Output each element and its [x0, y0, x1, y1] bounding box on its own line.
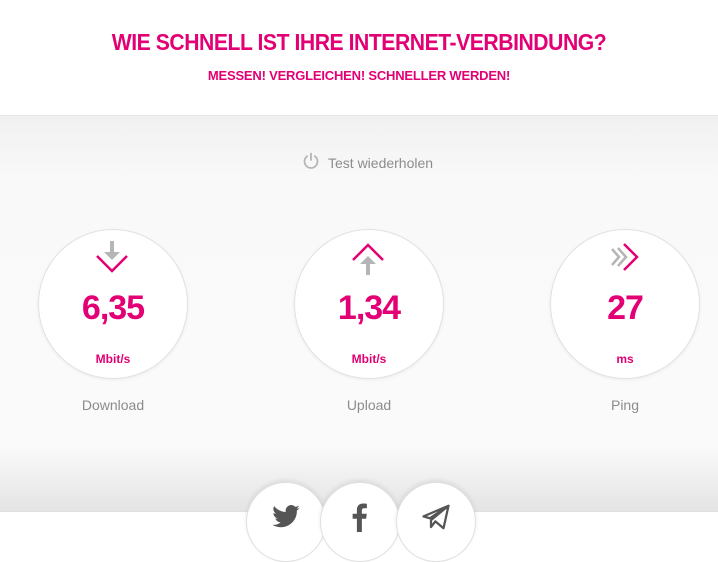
upload-icon [348, 239, 388, 279]
download-icon [92, 239, 132, 279]
telegram-icon [422, 504, 450, 530]
share-telegram-button[interactable] [396, 482, 476, 562]
metric-ping: 27 ms Ping [550, 229, 700, 419]
ping-icon [604, 239, 644, 279]
share-twitter-button[interactable] [246, 482, 326, 562]
metric-unit: ms [616, 352, 634, 366]
retest-button[interactable]: Test wiederholen [302, 152, 433, 174]
metric-label: Ping [610, 397, 640, 413]
metric-unit: Mbit/s [351, 352, 387, 366]
page-title: WIE SCHNELL IST IHRE INTERNET-VERBINDUNG… [111, 29, 607, 55]
share-facebook-button[interactable] [320, 482, 400, 562]
metric-upload: 1,34 Mbit/s Upload [294, 229, 444, 419]
metric-value: 1,34 [337, 289, 401, 327]
metric-download: 6,35 Mbit/s Download [38, 229, 188, 419]
twitter-icon [272, 505, 300, 528]
metric-value: 6,35 [81, 289, 145, 327]
retest-label: Test wiederholen [328, 155, 434, 171]
page-header: WIE SCHNELL IST IHRE INTERNET-VERBINDUNG… [0, 0, 718, 116]
metric-label: Upload [346, 397, 392, 413]
page-subtitle: MESSEN! VERGLEICHEN! SCHNELLER WERDEN! [207, 68, 511, 83]
metric-unit: Mbit/s [95, 352, 131, 366]
power-icon [302, 152, 320, 175]
facebook-icon [352, 503, 367, 532]
metric-label: Download [81, 397, 145, 413]
metric-value: 27 [607, 289, 644, 327]
